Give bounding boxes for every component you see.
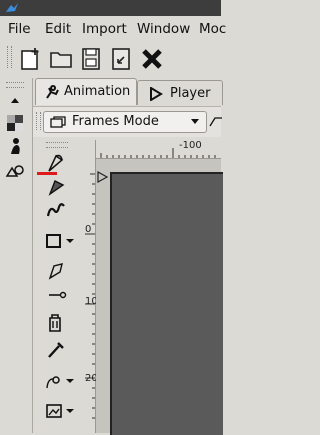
h-ruler-label: -100	[179, 140, 202, 151]
close-button[interactable]	[139, 46, 165, 72]
animation-icon	[46, 85, 59, 99]
curve-tool[interactable]	[44, 200, 68, 222]
menu-window[interactable]: Window	[137, 21, 190, 37]
mode-select-value: Frames Mode	[72, 114, 159, 129]
horizontal-ruler: -100	[95, 140, 221, 159]
toolbar-grip[interactable]	[7, 46, 12, 68]
new-file-icon	[21, 48, 39, 70]
tab-animation[interactable]: Animation	[35, 78, 137, 105]
paint-bucket-icon	[49, 314, 61, 332]
shape-tool[interactable]	[44, 230, 76, 252]
modebar-grip[interactable]	[36, 112, 41, 130]
active-tool-indicator	[37, 172, 57, 175]
pen-nib-icon	[48, 180, 65, 196]
image-icon	[46, 404, 74, 418]
menu-file[interactable]: File	[8, 21, 31, 37]
app-logo-icon	[6, 3, 18, 12]
save-button[interactable]	[78, 46, 104, 72]
close-icon	[142, 49, 162, 69]
color-swatch-icon	[7, 115, 23, 131]
shapes-icon	[5, 165, 24, 177]
tab-bar: Animation Player	[33, 78, 223, 106]
curve-icon	[46, 203, 65, 217]
h-ruler-ticks	[100, 148, 216, 158]
left-dock	[0, 78, 31, 433]
palette-grip[interactable]	[46, 142, 68, 148]
image-tool[interactable]	[44, 400, 76, 422]
arrow-tool[interactable]	[44, 260, 68, 282]
extra-tool-icon[interactable]	[209, 114, 223, 128]
save-icon	[82, 48, 100, 70]
save-as-icon	[112, 48, 130, 70]
eyedropper-tool[interactable]	[44, 338, 68, 360]
mode-select[interactable]: Frames Mode	[43, 111, 207, 133]
collapse-button[interactable]	[5, 90, 25, 110]
main-toolbar	[0, 40, 221, 76]
point-tool[interactable]	[44, 370, 76, 392]
play-icon	[150, 87, 163, 101]
dock-grip[interactable]	[6, 82, 24, 88]
select-tool[interactable]	[44, 152, 68, 174]
tool-palette	[38, 140, 76, 433]
rectangle-icon	[46, 234, 74, 248]
bone-tool[interactable]	[44, 284, 68, 306]
menu-import[interactable]: Import	[82, 21, 127, 37]
menu-edit[interactable]: Edit	[45, 21, 71, 37]
tab-animation-label: Animation	[64, 84, 131, 99]
title-bar	[0, 0, 221, 16]
paint-bucket-tool[interactable]	[44, 312, 68, 334]
frames-icon	[50, 116, 66, 128]
color-swatch-button[interactable]	[5, 112, 25, 132]
tab-player-label: Player	[170, 86, 211, 101]
character-button[interactable]	[5, 136, 25, 156]
folder-icon	[50, 52, 72, 68]
bone-icon	[49, 291, 67, 299]
eyedropper-icon	[48, 342, 64, 358]
v-ruler-label-0: 0	[85, 224, 92, 235]
mode-bar: Frames Mode	[33, 106, 223, 137]
character-icon	[11, 138, 20, 154]
vertical-ruler: 0 100 200	[77, 140, 104, 433]
open-folder-button[interactable]	[48, 46, 74, 72]
menu-more[interactable]: Moc	[199, 21, 226, 37]
drawing-canvas[interactable]	[110, 172, 223, 435]
save-as-button[interactable]	[108, 46, 134, 72]
arrow-icon	[48, 263, 63, 280]
origin-marker-icon	[97, 171, 109, 183]
triangle-up-icon	[11, 98, 19, 103]
new-file-button[interactable]	[18, 46, 44, 72]
transform-tool[interactable]	[44, 176, 68, 198]
point-curve-icon	[46, 376, 74, 389]
v-ruler-ticks	[85, 173, 95, 419]
pen-select-icon	[48, 154, 64, 172]
menu-bar: File Edit Import Window Moc	[0, 18, 226, 40]
shapes-button[interactable]	[5, 160, 25, 180]
chevron-down-icon	[191, 119, 199, 124]
tab-player[interactable]: Player	[137, 80, 223, 105]
